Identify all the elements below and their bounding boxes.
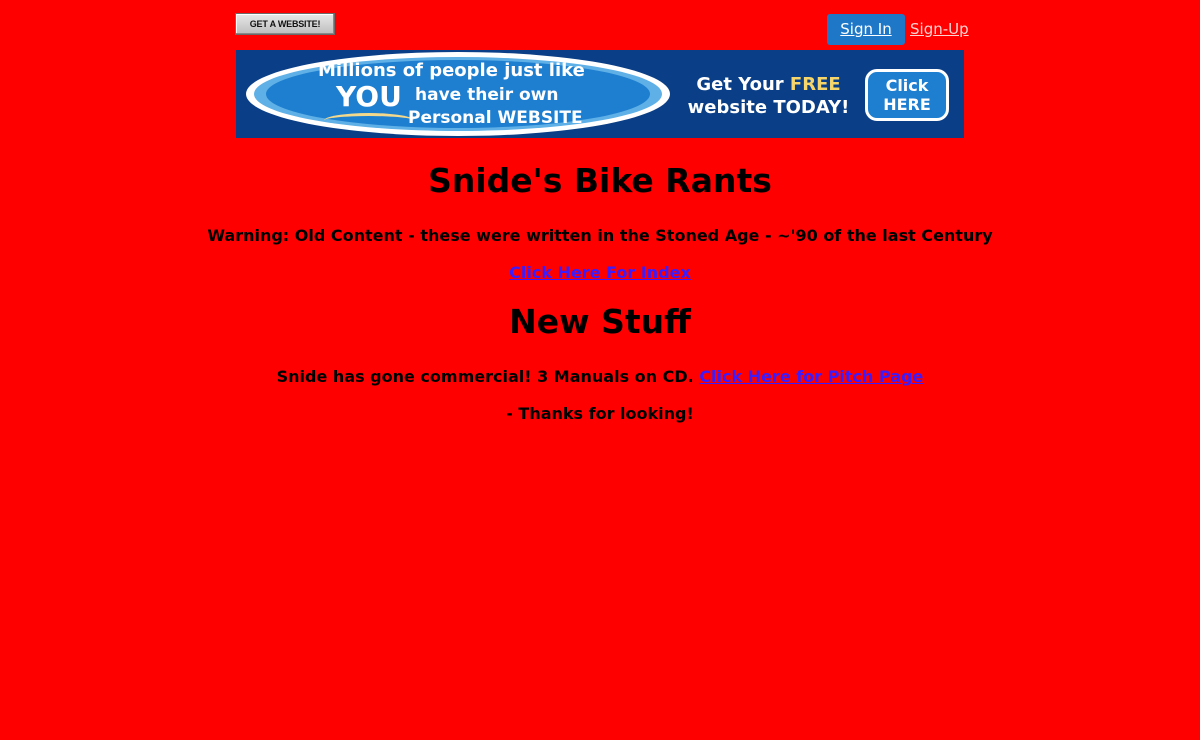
banner-click-here-button[interactable]: Click HERE	[865, 69, 949, 121]
main-content: Snide's Bike Rants Warning: Old Content …	[0, 158, 1200, 425]
sign-up-link[interactable]: Sign-Up	[910, 14, 969, 45]
banner-cta-prefix: Get Your	[696, 74, 790, 95]
banner-cta-line1: Get Your FREE	[686, 74, 851, 95]
thanks-text: - Thanks for looking!	[506, 404, 694, 423]
new-stuff-heading: New Stuff	[509, 302, 691, 341]
banner-headline-line1: Millions of people just like	[318, 60, 585, 81]
pitch-text: Snide has gone commercial! 3 Manuals on …	[276, 367, 700, 386]
get-a-website-button[interactable]: GET A WEBSITE!	[235, 13, 335, 35]
banner-cta-free: FREE	[789, 74, 841, 95]
index-link-row: Click Here For Index	[0, 262, 1200, 284]
banner-click-label: Click	[885, 76, 929, 95]
index-link[interactable]: Click Here For Index	[509, 263, 691, 282]
banner-swoosh-icon	[324, 113, 414, 128]
banner-here-label: HERE	[883, 95, 931, 114]
free-website-ad-banner[interactable]: Millions of people just like YOU have th…	[236, 50, 964, 138]
banner-headline-line3: Personal WEBSITE	[408, 108, 583, 128]
page-title: Snide's Bike Rants	[428, 161, 772, 200]
page: GET A WEBSITE! Sign In Sign-Up Millions …	[0, 0, 1200, 740]
banner-headline-line2: have their own	[415, 85, 559, 105]
pitch-page-link[interactable]: Click Here for Pitch Page	[699, 367, 923, 386]
old-content-warning: Warning: Old Content - these were writte…	[207, 226, 993, 245]
pitch-paragraph: Snide has gone commercial! 3 Manuals on …	[0, 366, 1200, 388]
sign-in-button[interactable]: Sign In	[827, 14, 905, 45]
banner-cta-line2: website TODAY!	[687, 97, 850, 118]
banner-you-text: YOU	[336, 80, 402, 113]
